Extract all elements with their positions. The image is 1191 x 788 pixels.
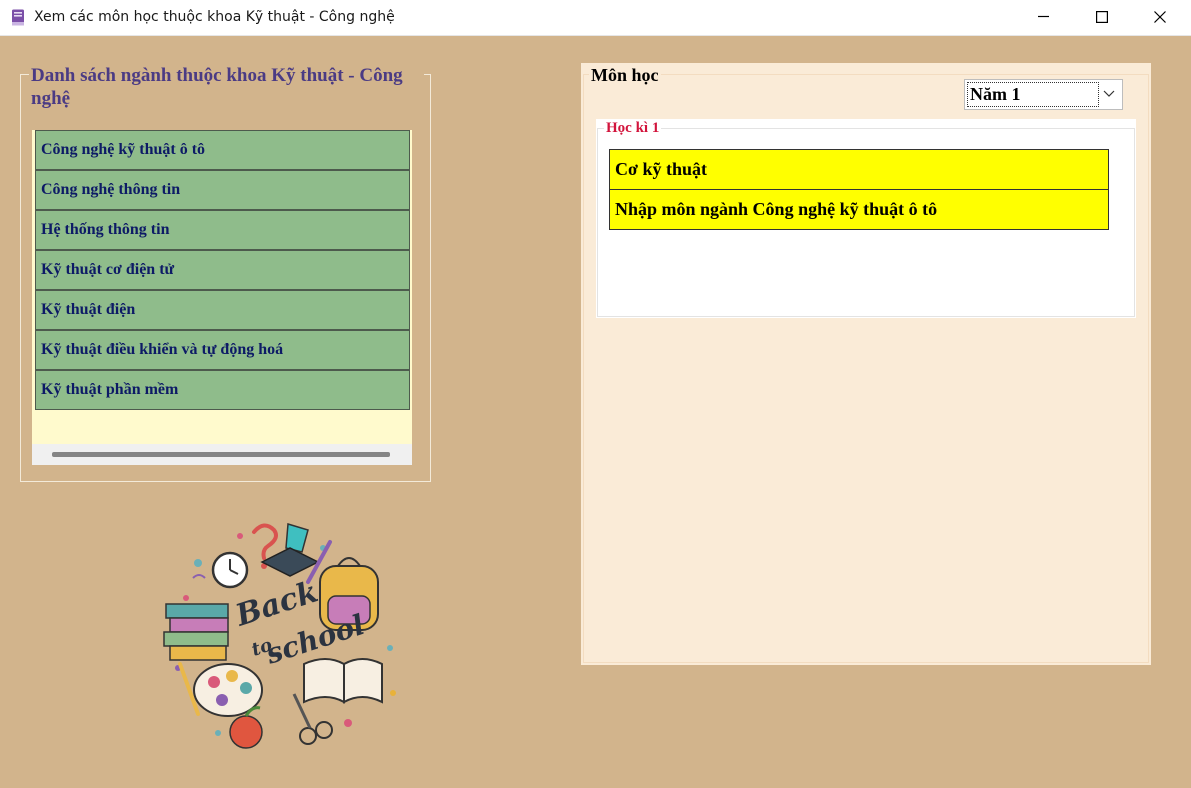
clock-doodle	[211, 551, 249, 589]
window-title: Xem các môn học thuộc khoa Kỹ thuật - Cô…	[34, 9, 395, 25]
scissors-doodle	[292, 693, 333, 745]
book-stack-doodle	[163, 603, 229, 661]
majors-listbox[interactable]: Công nghệ kỹ thuật ô tô Công nghệ thông …	[32, 130, 412, 465]
major-item[interactable]: Kỹ thuật điều khiển và tự động hoá	[35, 330, 410, 370]
course-item[interactable]: Nhập môn ngành Công nghệ kỹ thuật ô tô	[609, 189, 1109, 230]
horizontal-scrollbar[interactable]	[32, 444, 412, 465]
course-item[interactable]: Cơ kỹ thuật	[609, 149, 1109, 190]
major-item[interactable]: Công nghệ kỹ thuật ô tô	[35, 130, 410, 170]
open-book-doodle	[303, 658, 383, 704]
major-item[interactable]: Kỹ thuật cơ điện tử	[35, 250, 410, 290]
close-button[interactable]	[1131, 0, 1189, 36]
subjects-legend: Môn học	[589, 64, 661, 86]
minimize-icon	[1038, 15, 1049, 18]
minimize-button[interactable]	[1015, 0, 1073, 36]
back-to-school-illustration: Back to school	[163, 523, 396, 749]
major-item[interactable]: Hệ thống thông tin	[35, 210, 410, 250]
graduation-cap-doodle	[260, 547, 320, 577]
book-icon	[12, 9, 24, 26]
major-item[interactable]: Công nghệ thông tin	[35, 170, 410, 210]
major-item[interactable]: Kỹ thuật điện	[35, 290, 410, 330]
question-mark-doodle	[252, 523, 278, 560]
maximize-icon	[1096, 11, 1108, 23]
year-select[interactable]: Năm 1	[964, 79, 1123, 110]
semester-legend: Học kì 1	[604, 119, 662, 138]
title-bar: Xem các môn học thuộc khoa Kỹ thuật - Cô…	[0, 0, 1191, 36]
majors-legend: Danh sách ngành thuộc khoa Kỹ thuật - Cô…	[29, 64, 424, 110]
major-item[interactable]: Kỹ thuật phần mềm	[35, 370, 410, 410]
year-select-value: Năm 1	[967, 82, 1099, 107]
close-icon	[1154, 11, 1166, 23]
maximize-button[interactable]	[1073, 0, 1131, 36]
chevron-down-icon[interactable]	[1103, 89, 1115, 99]
scrollbar-thumb[interactable]	[52, 452, 390, 457]
